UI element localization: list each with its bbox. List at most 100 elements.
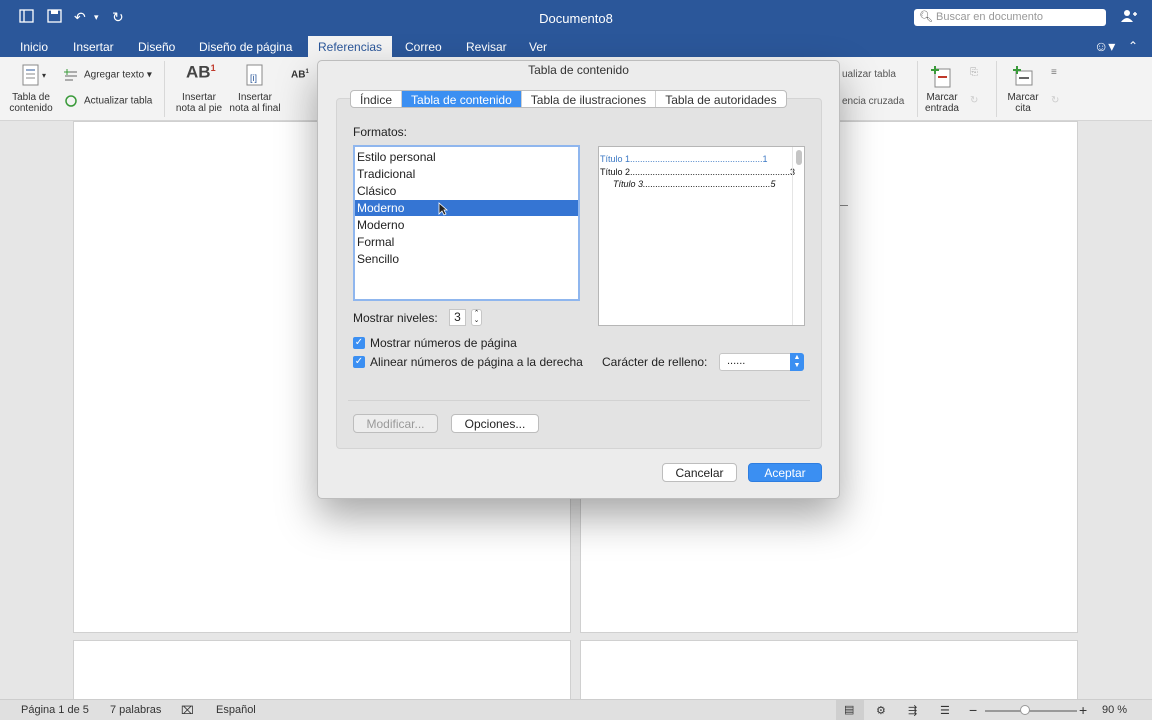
tab-referencias[interactable]: Referencias [308,36,393,57]
options-button[interactable]: Opciones... [451,414,539,433]
print-layout-icon[interactable]: ▤ [836,700,864,720]
draft-view-icon[interactable]: ☰ [940,704,950,717]
word-count[interactable]: 7 palabras [110,704,161,716]
preview-page-1: 1 [762,154,768,164]
endnote-icon: [i] [246,64,263,86]
update-table-label: Actualizar tabla [84,95,153,107]
preview-heading-3: Título 3 [613,179,644,189]
zoom-slider[interactable] [985,710,1077,712]
list-item-clasico[interactable]: Clásico [355,183,578,199]
tab-tabla-de-autoridades[interactable]: Tabla de autoridades [656,91,785,107]
fill-character-value: ...... [727,355,746,367]
update-table-button[interactable]: Actualizar tabla [64,95,152,107]
tab-diseno-pagina[interactable]: Diseño de página [199,40,292,54]
cancel-button[interactable]: Cancelar [662,463,737,482]
preview-line-3: Título 3................................… [613,179,776,189]
toc-label-2: contenido [9,103,53,114]
insert-footnote-label-1: Insertar [182,92,216,103]
ribbon-separator [917,61,918,117]
insert-authorities-icon[interactable]: ≡ [1051,67,1057,78]
list-item-moderno-selected[interactable]: Moderno [355,200,578,216]
update-table-right-label[interactable]: ualizar tabla [842,69,896,80]
toc-dropdown-icon[interactable]: ▾ [42,71,46,80]
formats-label: Formatos: [353,125,408,139]
preview-heading-2: Título 2 [600,167,631,177]
add-text-button[interactable]: Agregar texto ▾ [64,69,152,81]
ribbon-tabs: Inicio Insertar Diseño Diseño de página … [0,36,1152,57]
stepper-up-icon[interactable]: ⌃ [474,310,480,317]
update-authorities-icon[interactable]: ↻ [1051,95,1059,106]
svg-text:[i]: [i] [250,73,257,83]
tab-revisar[interactable]: Revisar [466,40,507,54]
add-text-icon [64,69,78,81]
tab-ver[interactable]: Ver [529,40,547,54]
collapse-ribbon-icon[interactable]: ⌃ [1128,39,1138,53]
focus-mode-icon[interactable]: ⚙ [876,704,886,717]
mark-citation-label-2: cita [1015,103,1031,114]
list-item-estilo-personal[interactable]: Estilo personal [355,149,578,165]
search-placeholder: Buscar en documento [936,11,1044,23]
page-count[interactable]: Página 1 de 5 [21,704,89,716]
tab-insertar[interactable]: Insertar [73,40,114,54]
select-arrows-icon[interactable]: ▲ ▼ [790,353,804,371]
status-bar: Página 1 de 5 7 palabras ⌧ Español ▤ ⚙ ⇶… [0,699,1152,720]
update-index-icon[interactable]: ↻ [970,95,978,106]
preview-heading-1: Título 1 [600,154,631,164]
cross-reference-label[interactable]: encia cruzada [842,96,904,107]
tab-tabla-de-ilustraciones[interactable]: Tabla de ilustraciones [522,91,657,107]
ribbon-separator [164,61,165,117]
search-icon: 🔍︎ [919,11,933,23]
zoom-slider-handle[interactable] [1020,705,1030,715]
tab-tabla-de-contenido[interactable]: Tabla de contenido [402,91,522,107]
accept-button[interactable]: Aceptar [748,463,822,482]
list-item-tradicional[interactable]: Tradicional [355,166,578,182]
insert-index-icon[interactable]: ⎘ [970,67,978,78]
tab-inicio[interactable]: Inicio [20,40,48,54]
fill-character-select[interactable]: ...... ▲ ▼ [719,353,804,371]
insert-endnote-label-2: nota al final [229,103,281,114]
insert-endnote-button[interactable]: [i] Insertar nota al final [226,63,284,114]
toc-preview: Título 1................................… [598,146,805,326]
title-bar: ↶ ▾ ↻ Documento8 🔍︎ Buscar en documento [0,0,1152,36]
align-page-numbers-label[interactable]: Alinear números de página a la derecha [370,355,583,369]
preview-line-2: Título 2................................… [600,167,796,177]
show-page-numbers-checkbox[interactable]: ✓ [353,337,365,349]
zoom-level[interactable]: 90 % [1102,704,1127,716]
tab-indice[interactable]: Índice [351,91,403,107]
list-item-moderno[interactable]: Moderno [355,217,578,233]
show-levels-input[interactable]: 3 [449,309,466,326]
formats-list[interactable]: Estilo personal Tradicional Clásico Mode… [353,145,580,301]
align-page-numbers-checkbox[interactable]: ✓ [353,356,365,368]
tab-correo[interactable]: Correo [405,40,442,54]
insert-footnote-label-2: nota al pie [175,103,223,114]
zoom-in-icon[interactable]: + [1079,702,1087,718]
dialog-tabs: Índice Tabla de contenido Tabla de ilust… [350,90,787,108]
modify-button[interactable]: Modificar... [353,414,438,433]
mark-entry-label-2: entrada [925,103,959,114]
outline-view-icon[interactable]: ⇶ [908,704,917,717]
toc-button[interactable]: Tabla de contenido [6,63,56,114]
mark-entry-button[interactable]: Marcar entrada [920,63,964,114]
stepper-down-icon[interactable]: ⌄ [474,317,480,324]
zoom-out-icon[interactable]: − [969,702,977,718]
feedback-smiley-icon[interactable]: ☺▾ [1094,38,1115,55]
preview-scrollbar[interactable] [792,147,804,325]
preview-scroll-thumb[interactable] [796,150,802,165]
next-footnote-icon[interactable]: AB1 [291,69,309,80]
show-levels-stepper[interactable]: ⌃ ⌄ [471,309,482,326]
insert-footnote-button[interactable]: AB1 Insertar nota al pie [172,63,226,114]
mark-citation-button[interactable]: Marcar cita [1002,63,1044,114]
proofing-icon[interactable]: ⌧ [181,704,194,717]
preview-page-3: 5 [770,179,776,189]
footnote-icon: AB1 [186,62,216,82]
tab-diseno[interactable]: Diseño [138,40,175,54]
list-item-formal[interactable]: Formal [355,234,578,250]
fill-character-label: Carácter de relleno: [602,355,708,369]
language[interactable]: Español [216,704,256,716]
list-item-sencillo[interactable]: Sencillo [355,251,578,267]
search-input[interactable]: 🔍︎ Buscar en documento [914,9,1106,26]
mark-entry-icon [931,66,951,88]
share-person-icon[interactable] [1121,9,1137,26]
show-page-numbers-label[interactable]: Mostrar números de página [370,336,517,350]
mark-citation-label-1: Marcar [1007,92,1039,103]
